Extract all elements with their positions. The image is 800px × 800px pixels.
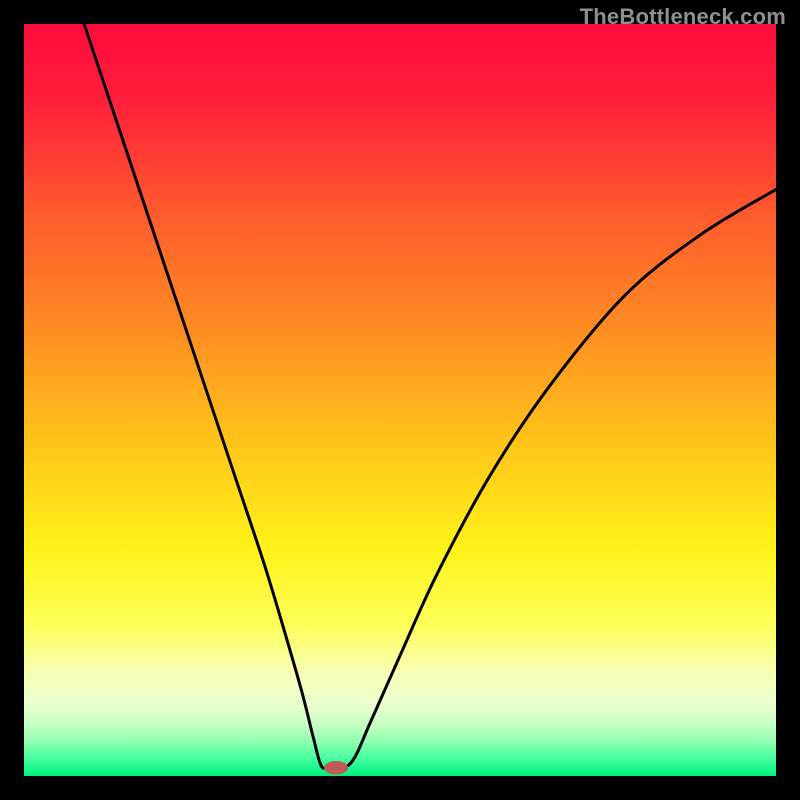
optimal-point-marker <box>324 761 348 775</box>
plot-area <box>24 24 776 776</box>
chart-background <box>24 24 776 776</box>
chart-svg <box>24 24 776 776</box>
chart-frame: TheBottleneck.com <box>0 0 800 800</box>
